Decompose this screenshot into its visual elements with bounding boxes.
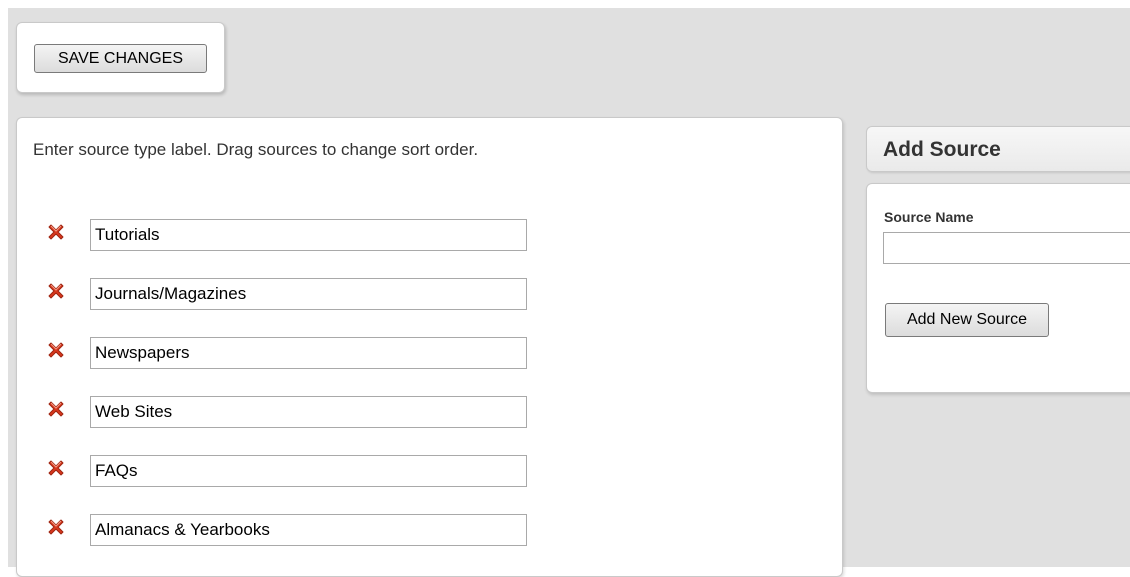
source-name-label: Source Name [884, 209, 974, 225]
source-name-input[interactable] [90, 455, 527, 487]
add-new-source-button[interactable]: Add New Source [885, 303, 1049, 337]
add-source-panel: Source Name Add New Source [866, 183, 1130, 393]
source-row[interactable] [17, 455, 617, 487]
source-row[interactable] [17, 278, 617, 310]
source-types-panel: Enter source type label. Drag sources to… [16, 117, 843, 577]
source-row[interactable] [17, 337, 617, 369]
source-row[interactable] [17, 514, 617, 546]
delete-icon[interactable] [45, 457, 67, 479]
save-changes-button[interactable]: SAVE CHANGES [34, 44, 207, 73]
source-name-input[interactable] [90, 337, 527, 369]
add-source-header: Add Source [866, 126, 1130, 172]
source-row[interactable] [17, 219, 617, 251]
source-name-input[interactable] [90, 396, 527, 428]
delete-icon[interactable] [45, 398, 67, 420]
instructions-text: Enter source type label. Drag sources to… [33, 140, 479, 159]
delete-icon[interactable] [45, 516, 67, 538]
delete-icon[interactable] [45, 339, 67, 361]
source-name-input[interactable] [90, 514, 527, 546]
source-row[interactable] [17, 396, 617, 428]
add-source-title: Add Source [883, 138, 1001, 161]
source-name-input[interactable] [90, 278, 527, 310]
source-name-input[interactable] [90, 219, 527, 251]
save-panel: SAVE CHANGES [16, 22, 225, 93]
new-source-name-input[interactable] [883, 232, 1130, 264]
delete-icon[interactable] [45, 221, 67, 243]
delete-icon[interactable] [45, 280, 67, 302]
